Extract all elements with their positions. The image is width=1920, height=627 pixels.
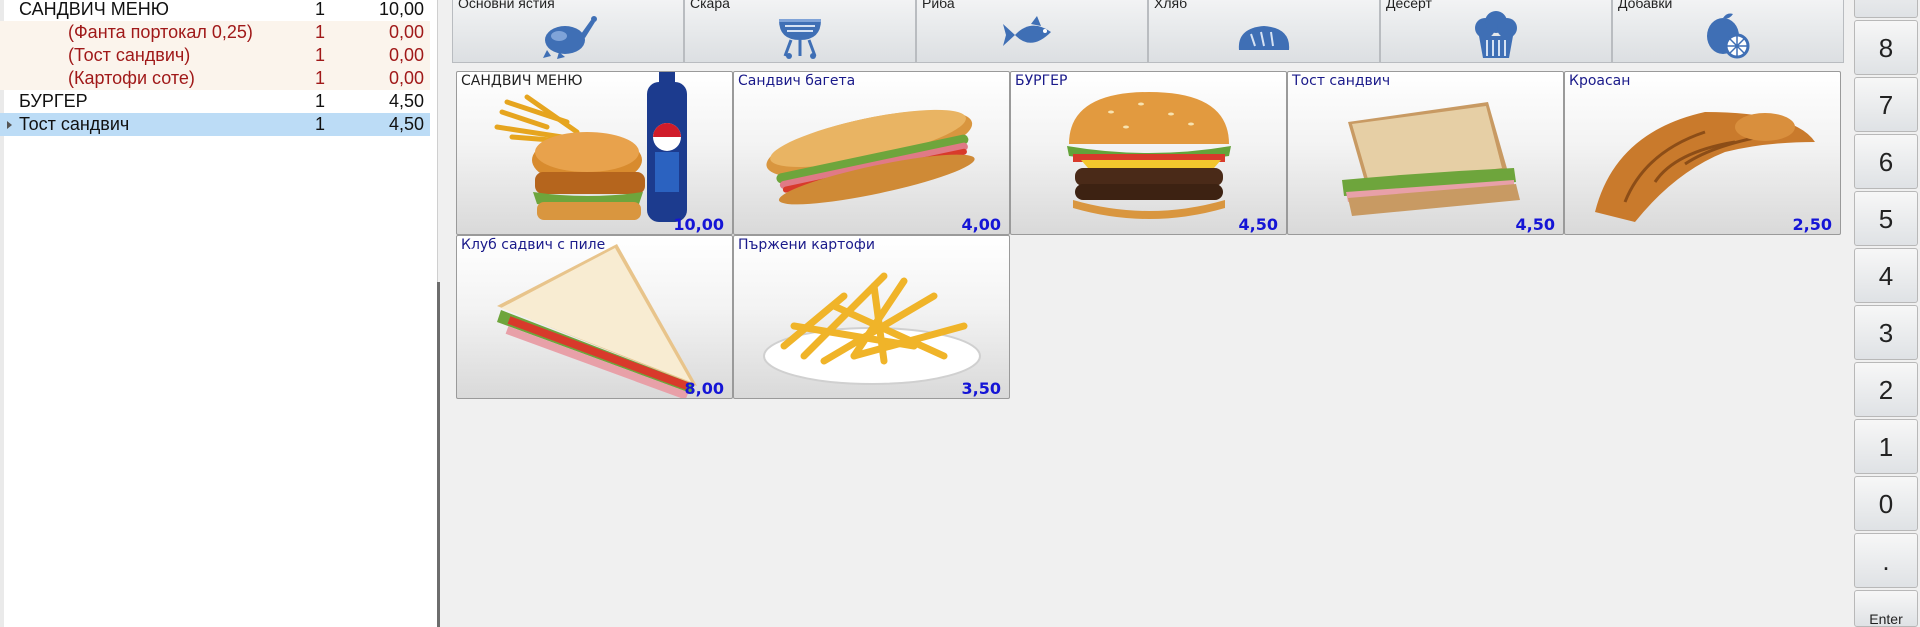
order-item-price: 0,00 (388, 22, 424, 42)
product-tile-french-fries[interactable]: Пържени картофи 3,50 (733, 235, 1010, 399)
product-name: Тост сандвич (1292, 73, 1391, 89)
key-0[interactable]: 0 (1854, 476, 1918, 531)
key-7[interactable]: 7 (1854, 77, 1918, 132)
key-8[interactable]: 8 (1854, 20, 1918, 75)
order-item-qty: 1 (314, 91, 325, 111)
order-row-modifier[interactable]: (Фанта портокал 0,25) 1 0,00 (0, 21, 430, 44)
category-dessert-button[interactable]: Десерт (1380, 0, 1612, 63)
grill-icon (779, 19, 821, 59)
key-4[interactable]: 4 (1854, 248, 1918, 303)
order-row-modifier[interactable]: (Картофи соте) 1 0,00 (0, 67, 430, 90)
category-extras-button[interactable]: Добавки (1612, 0, 1844, 63)
category-bread-button[interactable]: Хляб (1148, 0, 1380, 63)
category-grill-button[interactable]: Скара (684, 0, 916, 63)
bread-icon (1238, 26, 1290, 50)
order-item-name: БУРГЕР (19, 91, 88, 111)
product-name: БУРГЕР (1015, 73, 1068, 89)
category-label: Десерт (1386, 0, 1432, 11)
toast-sandwich-image (1342, 102, 1520, 216)
burger-image (1067, 92, 1231, 219)
category-label: Риба (922, 0, 955, 11)
key-decimal[interactable]: . (1854, 533, 1918, 588)
numeric-keypad: 8 7 6 5 4 3 2 1 0 . Enter (1854, 0, 1920, 627)
order-item-name: (Тост сандвич) (68, 45, 191, 65)
order-item-price: 4,50 (388, 114, 424, 134)
product-tile-club-sandwich[interactable]: Клуб садвич с пиле 8,00 (456, 235, 733, 399)
product-tile-sandwich-menu[interactable]: САНДВИЧ МЕНЮ 10,00 (456, 71, 733, 235)
key-2[interactable]: 2 (1854, 362, 1918, 417)
product-tile-croissant[interactable]: Кроасан 2,50 (1564, 71, 1841, 235)
order-item-qty: 1 (314, 0, 325, 19)
product-price: 10,00 (673, 215, 724, 234)
order-row-modifier[interactable]: (Тост сандвич) 1 0,00 (0, 44, 430, 67)
category-label: Добавки (1618, 0, 1673, 11)
category-label: Скара (690, 0, 730, 11)
product-name: Кроасан (1569, 73, 1631, 89)
category-label: Хляб (1154, 0, 1188, 11)
key-enter[interactable]: Enter (1854, 590, 1918, 627)
product-price: 3,50 (961, 379, 1001, 398)
product-price: 4,00 (961, 215, 1001, 234)
current-row-indicator-icon (7, 121, 12, 129)
order-item-name: САНДВИЧ МЕНЮ (19, 0, 169, 19)
order-item-qty: 1 (314, 45, 325, 65)
panel-splitter[interactable] (437, 282, 440, 627)
cupcake-icon (1475, 11, 1517, 58)
order-item-price: 4,50 (388, 91, 424, 111)
product-price: 2,50 (1792, 215, 1832, 234)
order-item-qty: 1 (314, 114, 325, 134)
order-item-name: Тост сандвич (19, 114, 130, 134)
order-item-price: 10,00 (378, 0, 424, 19)
fish-icon (1003, 16, 1051, 46)
product-price: 4,50 (1515, 215, 1555, 234)
lemon-icon (1707, 13, 1750, 59)
order-row[interactable]: САНДВИЧ МЕНЮ 1 10,00 (0, 0, 430, 21)
product-name: Пържени картофи (738, 237, 875, 253)
key-hidden[interactable] (1854, 0, 1918, 18)
product-tile-burger[interactable]: БУРГЕР 4,50 (1010, 71, 1287, 235)
order-row-selected[interactable]: Тост сандвич 1 4,50 (0, 113, 430, 136)
product-price: 4,50 (1238, 215, 1278, 234)
french-fries-image (763, 272, 981, 385)
order-list[interactable]: САНДВИЧ МЕНЮ 1 10,00 (Фанта портокал 0,2… (0, 0, 438, 627)
product-name: САНДВИЧ МЕНЮ (461, 73, 583, 89)
key-3[interactable]: 3 (1854, 305, 1918, 360)
order-row[interactable]: БУРГЕР 1 4,50 (0, 90, 430, 113)
order-item-qty: 1 (314, 68, 325, 88)
category-main-dishes-button[interactable]: Основни ястия (452, 0, 684, 63)
order-item-name: (Картофи соте) (68, 68, 195, 88)
product-tile-toast-sandwich[interactable]: Тост сандвич 4,50 (1287, 71, 1564, 235)
category-bar: Основни ястия Скара Риба Хляб Десерт Доб… (452, 0, 1844, 63)
order-item-qty: 1 (314, 22, 325, 42)
pos-screen: САНДВИЧ МЕНЮ 1 10,00 (Фанта портокал 0,2… (0, 0, 1920, 627)
key-5[interactable]: 5 (1854, 191, 1918, 246)
order-item-price: 0,00 (388, 45, 424, 65)
product-tile-baguette-sandwich[interactable]: Сандвич багета 4,00 (733, 71, 1010, 235)
key-6[interactable]: 6 (1854, 134, 1918, 189)
croissant-image (1595, 112, 1815, 222)
combo-meal-image (494, 72, 687, 222)
order-item-name: (Фанта портокал 0,25) (68, 22, 253, 42)
club-sandwich-image (497, 244, 697, 398)
roast-chicken-icon (543, 16, 597, 59)
product-name: Клуб садвич с пиле (461, 237, 606, 253)
product-name: Сандвич багета (738, 73, 856, 89)
order-item-price: 0,00 (388, 68, 424, 88)
category-fish-button[interactable]: Риба (916, 0, 1148, 63)
key-1[interactable]: 1 (1854, 419, 1918, 474)
product-price: 8,00 (684, 379, 724, 398)
baguette-image (766, 109, 975, 205)
